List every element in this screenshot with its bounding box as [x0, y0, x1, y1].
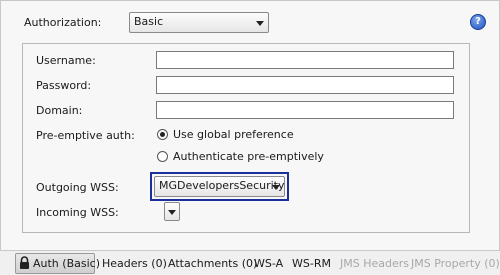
tab-jms-headers: JMS Headers — [340, 257, 409, 270]
radio-authenticate-preemptively-label[interactable]: Authenticate pre-emptively — [173, 150, 324, 163]
domain-label: Domain: — [36, 104, 83, 117]
tab-attachments[interactable]: Attachments (0) — [168, 257, 257, 270]
tab-auth-basic-label[interactable]: Auth (Basic) — [33, 257, 100, 270]
authorization-select[interactable]: Basic — [129, 12, 269, 33]
chevron-down-icon — [168, 210, 176, 215]
incoming-wss-select[interactable] — [164, 202, 180, 221]
radio-authenticate-preemptively[interactable] — [157, 151, 168, 162]
domain-input[interactable] — [156, 101, 454, 119]
password-input[interactable] — [156, 76, 454, 94]
radio-selected-dot — [160, 132, 165, 137]
preemptive-auth-label: Pre-emptive auth: — [36, 129, 135, 142]
username-label: Username: — [36, 54, 96, 67]
lock-icon — [20, 256, 29, 269]
radio-use-global-preference-label[interactable]: Use global preference — [173, 128, 294, 141]
chevron-down-icon — [272, 185, 280, 190]
incoming-wss-label: Incoming WSS: — [36, 206, 119, 219]
outgoing-wss-label: Outgoing WSS: — [36, 181, 119, 194]
help-icon[interactable]: ? — [470, 14, 486, 30]
chevron-down-icon — [256, 21, 264, 26]
authorization-label: Authorization: — [24, 16, 102, 29]
tab-jms-property: JMS Property (0) — [411, 257, 500, 270]
tab-ws-a[interactable]: WS-A — [254, 257, 283, 270]
tab-headers[interactable]: Headers (0) — [102, 257, 167, 270]
outgoing-wss-select-value: MGDevelopersSecurity — [159, 179, 285, 192]
outgoing-wss-select[interactable]: MGDevelopersSecurity — [154, 176, 285, 197]
tab-ws-rm[interactable]: WS-RM — [292, 257, 331, 270]
radio-use-global-preference[interactable] — [157, 129, 168, 140]
password-label: Password: — [36, 79, 92, 92]
authorization-select-value: Basic — [134, 15, 164, 28]
username-input[interactable] — [156, 51, 454, 69]
